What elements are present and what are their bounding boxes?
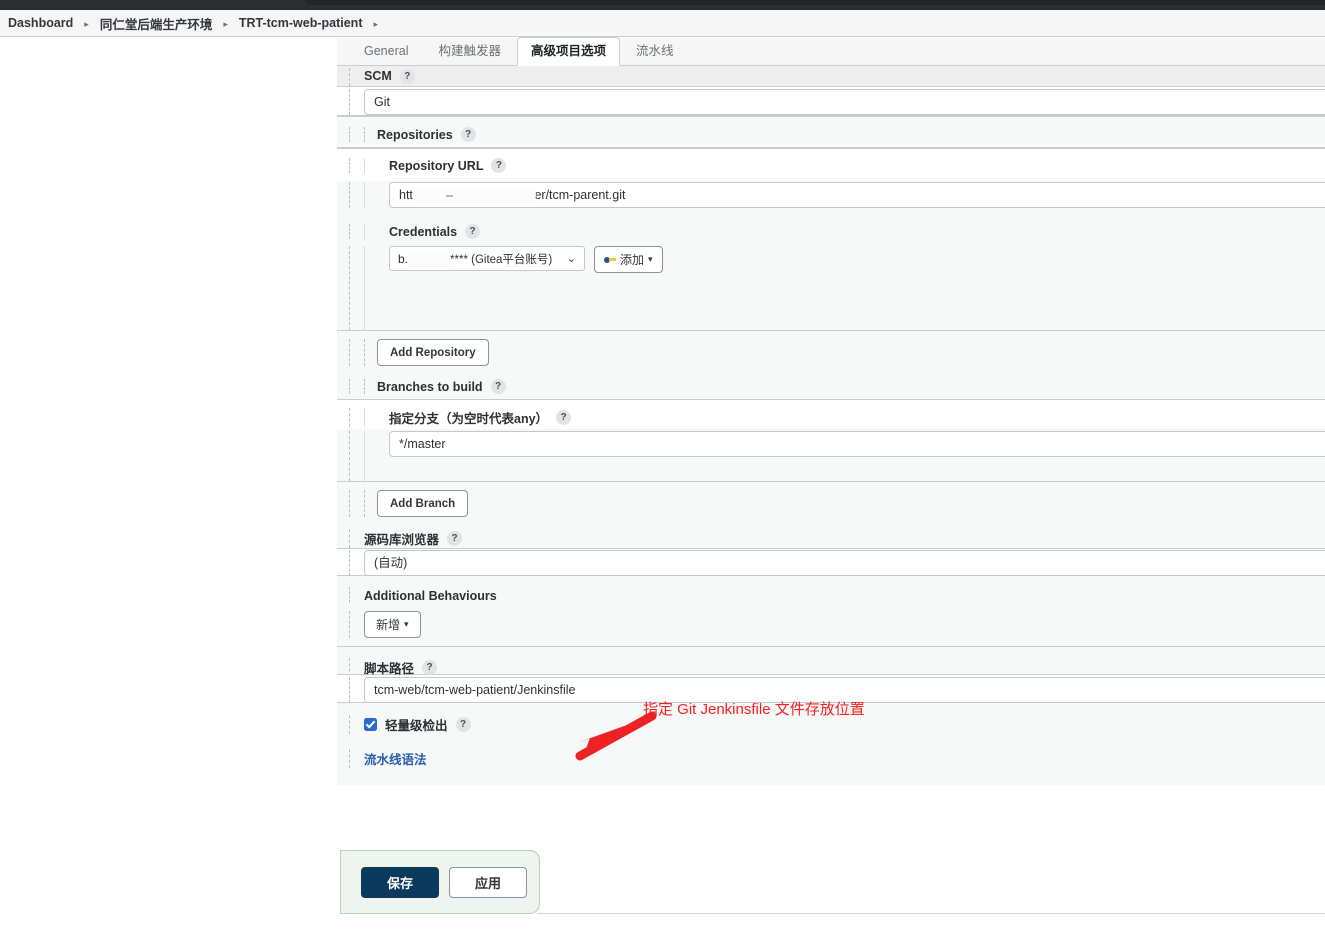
repository-url-label: Repository URL	[389, 158, 484, 173]
help-icon[interactable]: ?	[422, 660, 438, 675]
add-repository-band: Add Repository	[337, 331, 1325, 369]
repository-url-input-band	[337, 181, 1325, 212]
credential-key-icon	[604, 255, 616, 264]
credentials-selected-prefix: b.	[398, 251, 409, 266]
repo-browser-label-band: 源码库浏览器 ?	[337, 520, 1325, 548]
script-path-label: 脚本路径	[364, 662, 415, 676]
repo-browser-value-band	[337, 548, 1325, 576]
apply-button[interactable]: 应用	[449, 866, 527, 898]
chevron-down-icon: ⌄	[566, 253, 576, 265]
add-branch-button[interactable]: Add Branch	[377, 490, 469, 517]
credentials-label-band: Credentials ?	[337, 212, 1325, 243]
header-notch	[305, 0, 1325, 5]
tab-build-triggers[interactable]: 构建触发器	[424, 37, 515, 65]
help-icon[interactable]: ?	[399, 68, 415, 84]
help-icon[interactable]: ?	[556, 410, 572, 425]
annotation-text: 指定 Git Jenkinsfile 文件存放位置	[643, 701, 865, 718]
help-icon[interactable]: ?	[491, 158, 507, 173]
repo-browser-select[interactable]	[364, 550, 1325, 576]
redaction-overlay	[408, 252, 451, 265]
annotation-arrow-icon	[574, 712, 657, 761]
credentials-label: Credentials	[389, 224, 458, 239]
add-repository-button[interactable]: Add Repository	[377, 339, 489, 366]
help-icon[interactable]: ?	[455, 717, 471, 732]
tab-general[interactable]: General	[350, 37, 422, 65]
help-icon[interactable]: ?	[465, 224, 481, 239]
breadcrumb-separator-icon: ▸	[84, 18, 89, 29]
breadcrumb: Dashboard ▸ 同仁堂后端生产环境 ▸ TRT-tcm-web-pati…	[0, 10, 1325, 37]
breadcrumb-item-folder[interactable]: 同仁堂后端生产环境	[98, 14, 215, 33]
add-credentials-label: 添加	[620, 253, 645, 267]
add-credentials-button[interactable]: 添加 ▾	[594, 246, 663, 273]
help-icon[interactable]: ?	[460, 127, 476, 142]
credentials-select[interactable]: b. **** (Gitea平台账号) ⌄	[389, 246, 585, 271]
branch-spec-input-band	[337, 429, 1325, 482]
add-branch-band: Add Branch	[337, 482, 1325, 520]
scm-select[interactable]	[364, 89, 1325, 115]
branch-spec-label-band: 指定分支（为空时代表any） ?	[337, 399, 1325, 429]
breadcrumb-item-dashboard[interactable]: Dashboard	[6, 16, 75, 30]
help-icon[interactable]: ?	[490, 379, 506, 394]
lightweight-checkout-checkbox[interactable]	[364, 718, 377, 731]
scm-label-band: SCM ?	[337, 66, 1325, 86]
add-behaviour-button[interactable]: 新增 ▾	[364, 611, 421, 638]
script-path-label-band: 脚本路径 ?	[337, 647, 1325, 677]
save-button[interactable]: 保存	[361, 866, 439, 898]
tab-advanced-project-options[interactable]: 高级项目选项	[517, 37, 621, 66]
pipeline-syntax-band: 流水线语法	[337, 737, 1325, 785]
branches-label-band: Branches to build ?	[337, 369, 1325, 399]
tab-pipeline[interactable]: 流水线	[622, 37, 688, 65]
repositories-label: Repositories	[377, 127, 453, 142]
breadcrumb-separator-icon: ▸	[223, 18, 228, 29]
scm-label: SCM	[364, 69, 392, 83]
breadcrumb-dropdown-icon[interactable]: ▸	[364, 19, 387, 30]
repositories-label-band: Repositories ?	[337, 116, 1325, 148]
config-tab-bar: General 构建触发器 高级项目选项 流水线	[337, 37, 1325, 66]
branch-spec-input[interactable]	[389, 431, 1325, 457]
app-header-strip	[0, 0, 1325, 10]
config-panel: General 构建触发器 高级项目选项 流水线 SCM ? Git Repos…	[337, 37, 1325, 920]
form-action-bar: 保存 应用	[340, 850, 540, 914]
config-form: SCM ? Repositories ?	[337, 66, 1325, 785]
additional-behaviours-label: Additional Behaviours	[364, 588, 497, 603]
caret-down-icon: ▾	[404, 619, 409, 629]
pipeline-syntax-link[interactable]: 流水线语法	[364, 753, 427, 767]
form-bottom-divider	[537, 913, 1325, 914]
credentials-control-band: b. **** (Gitea平台账号) ⌄ 添加 ▾	[337, 243, 1325, 331]
additional-behaviours-button-band: 新增 ▾	[337, 604, 1325, 647]
add-behaviour-label: 新增	[376, 618, 401, 632]
lightweight-checkout-label: 轻量级检出	[385, 719, 448, 733]
credentials-selected-suffix: **** (Gitea平台账号)	[450, 253, 553, 266]
breadcrumb-item-job[interactable]: TRT-tcm-web-patient	[237, 16, 365, 30]
scm-value-band	[337, 86, 1325, 116]
repository-url-label-band: Repository URL ?	[337, 148, 1325, 181]
repository-url-input[interactable]	[389, 182, 1325, 208]
branches-to-build-label: Branches to build	[377, 379, 483, 394]
repo-browser-label: 源码库浏览器	[364, 533, 440, 547]
additional-behaviours-label-band: Additional Behaviours	[337, 576, 1325, 604]
caret-down-icon: ▾	[648, 254, 653, 264]
branch-spec-label: 指定分支（为空时代表any）	[389, 412, 549, 426]
help-icon[interactable]: ?	[447, 531, 463, 546]
